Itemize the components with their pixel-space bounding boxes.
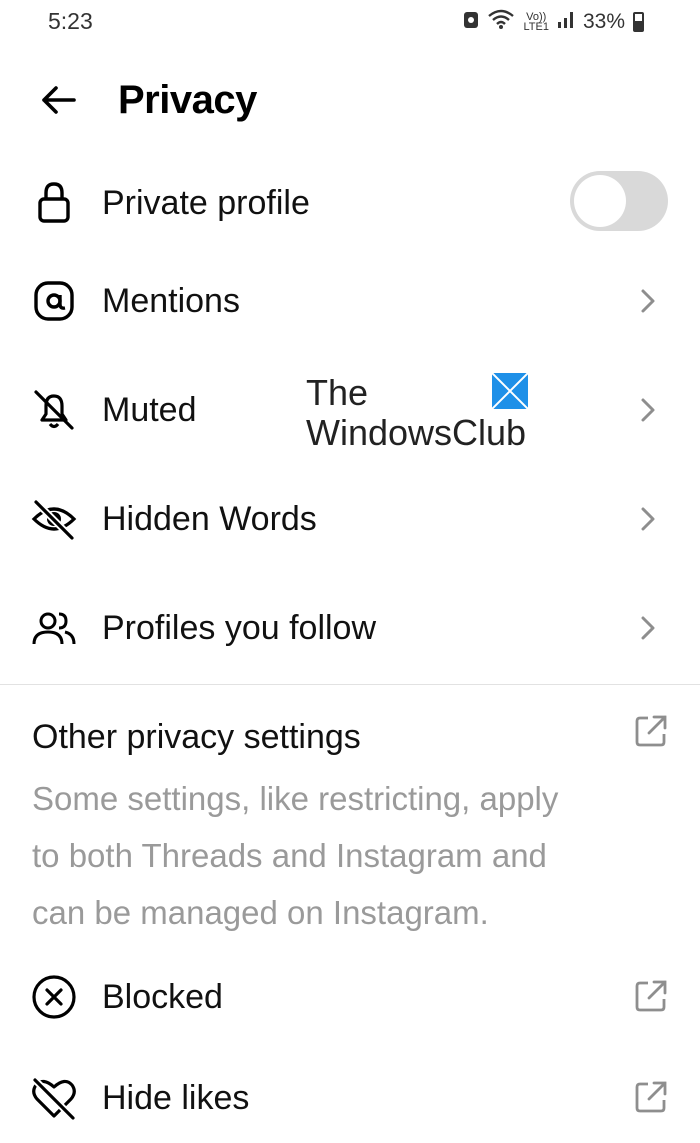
hidden-words-label: Hidden Words: [102, 499, 317, 538]
bell-off-icon: [30, 386, 78, 434]
mentions-label: Mentions: [102, 281, 240, 320]
chevron-right-icon: [636, 395, 660, 425]
people-icon: [30, 604, 78, 652]
profiles-you-follow-label: Profiles you follow: [102, 608, 377, 647]
battery-percent: 33%: [582, 10, 625, 33]
private-profile-label: Private profile: [102, 183, 310, 222]
battery-icon: [633, 12, 644, 32]
hide-likes-row[interactable]: Hide likes: [0, 1053, 700, 1143]
external-link-icon[interactable]: [634, 714, 670, 750]
hidden-words-row[interactable]: Hidden Words: [0, 474, 700, 564]
watermark-line2: WindowsClub: [306, 412, 527, 453]
external-link-icon: [634, 979, 670, 1015]
other-privacy-description: Some settings, like restricting, apply t…: [32, 780, 559, 931]
status-icons: Vo)) LTE1 33%: [463, 8, 644, 36]
back-button[interactable]: [34, 78, 82, 126]
alarm-icon: [463, 9, 479, 35]
hide-likes-label: Hide likes: [102, 1078, 250, 1117]
muted-label: Muted: [102, 390, 197, 429]
arrow-left-icon: [40, 85, 76, 120]
network-type: Vo)) LTE1: [523, 11, 549, 33]
circle-x-icon: [30, 973, 78, 1021]
windows-logo-icon: [491, 372, 529, 410]
external-link-icon: [634, 1080, 670, 1116]
at-sign-icon: [30, 277, 78, 325]
profiles-you-follow-row[interactable]: Profiles you follow: [0, 583, 700, 673]
other-privacy-title[interactable]: Other privacy settings: [32, 718, 361, 757]
page-title: Privacy: [118, 78, 257, 122]
wifi-icon: [487, 8, 515, 36]
blocked-label: Blocked: [102, 977, 223, 1016]
chevron-right-icon: [636, 504, 660, 534]
signal-icon: [557, 9, 575, 35]
section-divider: [0, 684, 700, 685]
mentions-row[interactable]: Mentions: [0, 256, 700, 346]
watermark: The WindowsClub: [306, 372, 530, 453]
blocked-row[interactable]: Blocked: [0, 952, 700, 1042]
lock-icon: [30, 179, 78, 227]
status-time: 5:23: [48, 8, 93, 34]
private-profile-toggle[interactable]: [570, 171, 668, 231]
heart-off-icon: [30, 1074, 78, 1122]
eye-off-icon: [30, 495, 78, 543]
chevron-right-icon: [636, 613, 660, 643]
chevron-right-icon: [636, 286, 660, 316]
toggle-knob: [574, 175, 626, 227]
